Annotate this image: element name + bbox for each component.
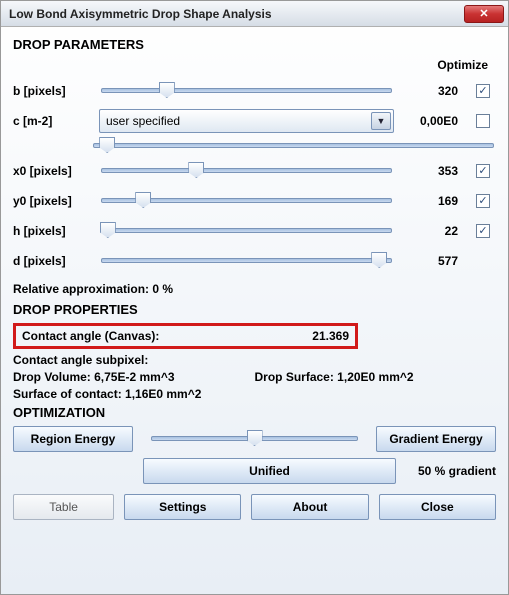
slider-x0[interactable] — [99, 163, 394, 179]
param-row-d: d [pixels] 577 — [13, 246, 496, 276]
settings-button[interactable]: Settings — [124, 494, 241, 520]
window-title: Low Bond Axisymmetric Drop Shape Analysi… — [9, 7, 272, 21]
c-mode-dropdown[interactable]: user specified ▼ — [99, 109, 394, 133]
slider-knob[interactable] — [371, 252, 387, 268]
drop-volume: Drop Volume: 6,75E-2 mm^3 — [13, 370, 255, 384]
param-label-d: d [pixels] — [13, 254, 91, 268]
slider-knob[interactable] — [99, 137, 115, 153]
slider-d[interactable] — [99, 253, 394, 269]
about-button[interactable]: About — [251, 494, 368, 520]
gradient-percent: 50 % gradient — [396, 464, 496, 478]
optimize-column-header: Optimize — [13, 58, 496, 72]
optimize-checkbox-b[interactable]: ✓ — [476, 84, 490, 98]
param-label-x0: x0 [pixels] — [13, 164, 91, 178]
close-button[interactable]: Close — [379, 494, 496, 520]
param-row-c: c [m-2] user specified ▼ 0,00E0 — [13, 106, 496, 136]
param-value-y0: 169 — [402, 194, 462, 208]
slider-knob[interactable] — [100, 222, 116, 238]
contact-angle-label: Contact angle (Canvas): — [22, 329, 159, 343]
param-value-b: 320 — [402, 84, 462, 98]
param-value-x0: 353 — [402, 164, 462, 178]
optimize-checkbox-x0[interactable]: ✓ — [476, 164, 490, 178]
param-value-d: 577 — [402, 254, 462, 268]
slider-knob[interactable] — [159, 82, 175, 98]
param-label-c: c [m-2] — [13, 114, 91, 128]
param-row-h: h [pixels] 22 ✓ — [13, 216, 496, 246]
param-value-c: 0,00E0 — [402, 114, 462, 128]
titlebar: Low Bond Axisymmetric Drop Shape Analysi… — [1, 1, 508, 27]
slider-knob[interactable] — [135, 192, 151, 208]
drop-parameters-header: DROP PARAMETERS — [13, 37, 496, 52]
param-label-y0: y0 [pixels] — [13, 194, 91, 208]
contact-angle-subpixel: Contact angle subpixel: — [13, 353, 496, 367]
chevron-down-icon[interactable]: ▼ — [371, 112, 391, 130]
relative-approximation: Relative approximation: 0 % — [13, 282, 496, 296]
energy-balance-slider[interactable] — [149, 431, 360, 447]
param-row-b: b [pixels] 320 ✓ — [13, 76, 496, 106]
window-close-button[interactable]: ✕ — [464, 5, 504, 23]
optimize-checkbox-y0[interactable]: ✓ — [476, 194, 490, 208]
param-row-y0: y0 [pixels] 169 ✓ — [13, 186, 496, 216]
optimization-header: OPTIMIZATION — [13, 405, 496, 420]
param-label-h: h [pixels] — [13, 224, 91, 238]
slider-knob[interactable] — [247, 430, 263, 446]
param-label-b: b [pixels] — [13, 84, 91, 98]
contact-angle-value: 21.369 — [312, 329, 349, 343]
gradient-energy-button[interactable]: Gradient Energy — [376, 426, 496, 452]
param-row-x0: x0 [pixels] 353 ✓ — [13, 156, 496, 186]
region-energy-button[interactable]: Region Energy — [13, 426, 133, 452]
close-icon: ✕ — [479, 7, 488, 20]
optimize-checkbox-c[interactable] — [476, 114, 490, 128]
slider-h[interactable] — [99, 223, 394, 239]
drop-properties-header: DROP PROPERTIES — [13, 302, 496, 317]
unified-button[interactable]: Unified — [143, 458, 396, 484]
table-button[interactable]: Table — [13, 494, 114, 520]
drop-surface: Drop Surface: 1,20E0 mm^2 — [255, 370, 497, 384]
slider-b[interactable] — [99, 83, 394, 99]
slider-c[interactable] — [91, 138, 496, 154]
param-value-h: 22 — [402, 224, 462, 238]
slider-knob[interactable] — [188, 162, 204, 178]
c-dropdown-value: user specified — [106, 114, 180, 128]
contact-angle-highlight: Contact angle (Canvas): 21.369 — [13, 323, 358, 349]
optimize-checkbox-h[interactable]: ✓ — [476, 224, 490, 238]
slider-y0[interactable] — [99, 193, 394, 209]
surface-of-contact: Surface of contact: 1,16E0 mm^2 — [13, 387, 496, 401]
